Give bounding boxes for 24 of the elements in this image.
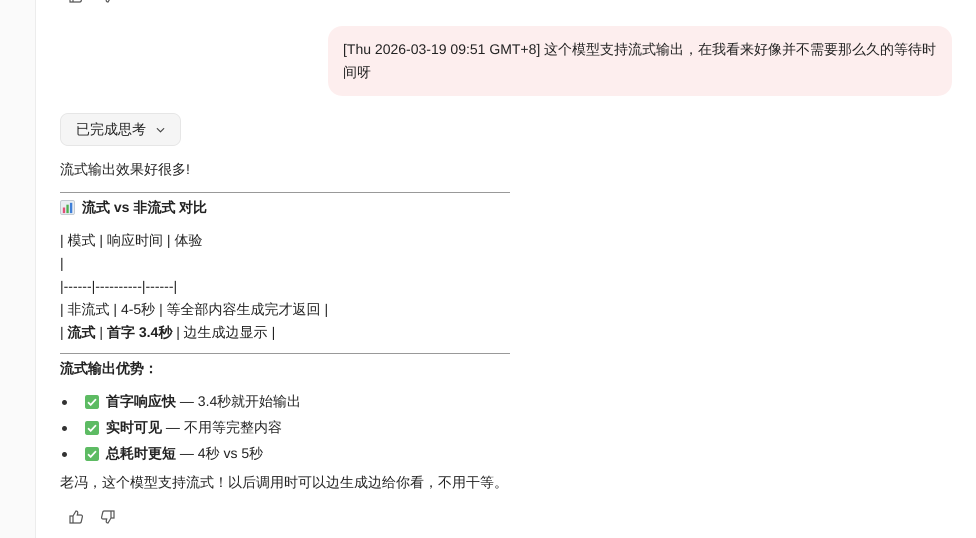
table-line: |------|----------|------| (60, 277, 178, 296)
table-line: | 模式 | 响应时间 | 体验 (60, 231, 204, 250)
checkmark-icon (85, 421, 99, 435)
table-line: | 流式 | 首字 3.4秒 | 边生成边显示 | (60, 323, 276, 342)
advantage-text: 实时可见 — 不用等完整内容 (106, 419, 282, 437)
bullet-icon (62, 426, 67, 430)
closing-text: 老冯，这个模型支持流式！以后调用时可以边生成边给你看，不用干等。 (60, 473, 509, 492)
advantage-text: 总耗时更短 — 4秒 vs 5秒 (106, 445, 264, 463)
table-line: | 非流式 | 4-5秒 | 等全部内容生成完才返回 | (60, 300, 330, 319)
chevron-icon (156, 126, 165, 132)
bullet-icon (62, 400, 67, 404)
checkmark-icon (85, 395, 99, 409)
table-line: | (60, 254, 65, 273)
section-heading: 流式 vs 非流式 对比 (82, 198, 208, 217)
intro-text: 流式输出效果好很多! (60, 160, 191, 179)
checkmark-icon (85, 447, 99, 461)
bullet-icon (62, 452, 67, 456)
user-message: [Thu 2026-03-19 09:51 GMT+8] 这个模型支持流式输出，在我看来好像并不需要那么久的等待时间呀 (328, 26, 952, 96)
advantages-heading: 流式输出优势： (60, 359, 159, 378)
thumbs-down-icon[interactable] (100, 509, 116, 525)
advantage-text: 首字响应快 — 3.4秒就开始输出 (106, 393, 302, 411)
bar-chart-icon (60, 200, 75, 214)
thumbs-up-icon[interactable] (68, 509, 84, 525)
thinking-toggle[interactable]: 已完成思考 (60, 113, 181, 146)
